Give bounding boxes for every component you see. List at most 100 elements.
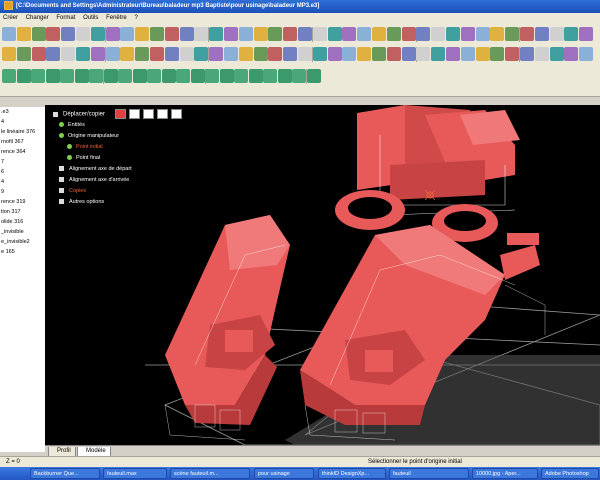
toolbar-button[interactable] <box>298 27 312 41</box>
toolbar-button[interactable] <box>61 47 76 61</box>
taskbar-item[interactable]: 10000.jpg - Aper... <box>472 468 538 479</box>
tree-item[interactable]: .e3 <box>0 107 45 117</box>
panel-option[interactable]: Origine manipulateur <box>53 131 213 142</box>
cancel-icon[interactable] <box>114 109 126 119</box>
toolbar-button[interactable] <box>132 69 147 83</box>
toolbar-button[interactable] <box>224 27 238 41</box>
tree-item[interactable]: 6 <box>0 167 45 177</box>
toolbar-button[interactable] <box>505 27 520 41</box>
panel-option[interactable]: Alignement axe d'arrivée <box>53 175 213 186</box>
toolbar-button[interactable] <box>490 27 505 41</box>
toolbar-button[interactable] <box>16 69 31 83</box>
toolbar-button[interactable] <box>194 27 209 41</box>
taskbar-item[interactable]: fauteuil <box>389 468 469 479</box>
toolbar-button[interactable] <box>120 47 135 61</box>
toolbar-button[interactable] <box>150 47 164 61</box>
tree-item[interactable]: 9 <box>0 187 45 197</box>
toolbar-button[interactable] <box>103 69 118 83</box>
toolbar-button[interactable] <box>76 27 90 41</box>
toolbar-button[interactable] <box>564 47 579 61</box>
menu-help[interactable]: ? <box>134 15 137 21</box>
toolbar-button[interactable] <box>194 47 209 61</box>
preview-icon[interactable] <box>156 109 168 119</box>
toolbar-button[interactable] <box>238 27 253 41</box>
menu-changer[interactable]: Changer <box>26 15 49 21</box>
menu-creer[interactable]: Créer <box>3 15 18 21</box>
tree-item[interactable]: rence 319 <box>0 197 45 207</box>
toolbar-button[interactable] <box>446 47 460 61</box>
toolbar-button[interactable] <box>505 47 520 61</box>
toolbar-button[interactable] <box>147 69 161 83</box>
toolbar-button[interactable] <box>416 27 431 41</box>
toolbar-button[interactable] <box>150 27 164 41</box>
toolbar-button[interactable] <box>253 27 268 41</box>
taskbar-item[interactable]: thinkID DesignXp... <box>318 468 386 479</box>
toolbar-button[interactable] <box>283 47 298 61</box>
toolbar-button[interactable] <box>2 27 16 41</box>
toolbar-button[interactable] <box>357 47 372 61</box>
toolbar-button[interactable] <box>579 47 594 61</box>
toolbar-button[interactable] <box>205 69 219 83</box>
panel-option[interactable]: Point initial <box>53 142 213 153</box>
toolbar-button[interactable] <box>60 69 74 83</box>
toolbar-button[interactable] <box>520 27 534 41</box>
toolbar-button[interactable] <box>283 27 298 41</box>
taskbar-item[interactable]: scène fauteuil.m... <box>170 468 250 479</box>
toolbar-button[interactable] <box>248 69 263 83</box>
toolbar-button[interactable] <box>327 47 342 61</box>
tree-item[interactable]: le linéaire 376 <box>0 127 45 137</box>
tree-item[interactable]: olide 316 <box>0 217 45 227</box>
toolbar-button[interactable] <box>219 69 234 83</box>
toolbar-button[interactable] <box>45 69 60 83</box>
toolbar-button[interactable] <box>179 27 194 41</box>
toolbar-button[interactable] <box>277 69 292 83</box>
toolbar-button[interactable] <box>306 69 321 83</box>
toolbar-button[interactable] <box>164 47 179 61</box>
toolbar-button[interactable] <box>90 27 105 41</box>
toolbar-button[interactable] <box>238 47 253 61</box>
toolbar-button[interactable] <box>268 27 283 41</box>
tree-item[interactable]: rnofil 367 <box>0 137 45 147</box>
collapse-icon[interactable] <box>53 111 58 117</box>
toolbar-button[interactable] <box>327 27 342 41</box>
toolbar-button[interactable] <box>372 27 386 41</box>
toolbar-button[interactable] <box>298 47 312 61</box>
toolbar-button[interactable] <box>16 27 31 41</box>
toolbar-button[interactable] <box>224 47 238 61</box>
toolbar-button[interactable] <box>2 47 16 61</box>
toolbar-button[interactable] <box>460 47 475 61</box>
panel-option[interactable]: Entités <box>53 120 213 131</box>
toolbar-button[interactable] <box>209 47 224 61</box>
toolbar-button[interactable] <box>520 47 534 61</box>
toolbar-button[interactable] <box>120 27 135 41</box>
toolbar-button[interactable] <box>312 27 327 41</box>
options-icon[interactable] <box>170 109 182 119</box>
toolbar-button[interactable] <box>268 47 283 61</box>
toolbar-button[interactable] <box>161 69 176 83</box>
toolbar-button[interactable] <box>31 47 46 61</box>
taskbar-item[interactable]: Adobe Photoshop <box>541 468 599 479</box>
taskbar-item[interactable]: fauteuil.max <box>103 468 167 479</box>
toolbar-button[interactable] <box>234 69 248 83</box>
toolbar-button[interactable] <box>490 47 505 61</box>
toolbar-button[interactable] <box>263 69 277 83</box>
toolbar-button[interactable] <box>416 47 431 61</box>
toolbar-button[interactable] <box>46 47 61 61</box>
check-icon[interactable] <box>128 109 140 119</box>
menu-outils[interactable]: Outils <box>83 15 98 21</box>
panel-option[interactable]: Point final <box>53 153 213 164</box>
toolbar-button[interactable] <box>534 27 549 41</box>
toolbar-button[interactable] <box>292 69 306 83</box>
toolbar-button[interactable] <box>386 47 401 61</box>
toolbar-button[interactable] <box>135 27 150 41</box>
toolbar-button[interactable] <box>564 27 579 41</box>
toolbar-button[interactable] <box>549 47 564 61</box>
menu-format[interactable]: Format <box>56 15 75 21</box>
toolbar-button[interactable] <box>475 27 490 41</box>
tree-item[interactable]: e 165 <box>0 247 45 257</box>
toolbar-button[interactable] <box>312 47 327 61</box>
toolbar-button[interactable] <box>209 27 224 41</box>
toolbar-button[interactable] <box>342 47 357 61</box>
toolbar-button[interactable] <box>342 27 357 41</box>
toolbar-button[interactable] <box>401 27 416 41</box>
